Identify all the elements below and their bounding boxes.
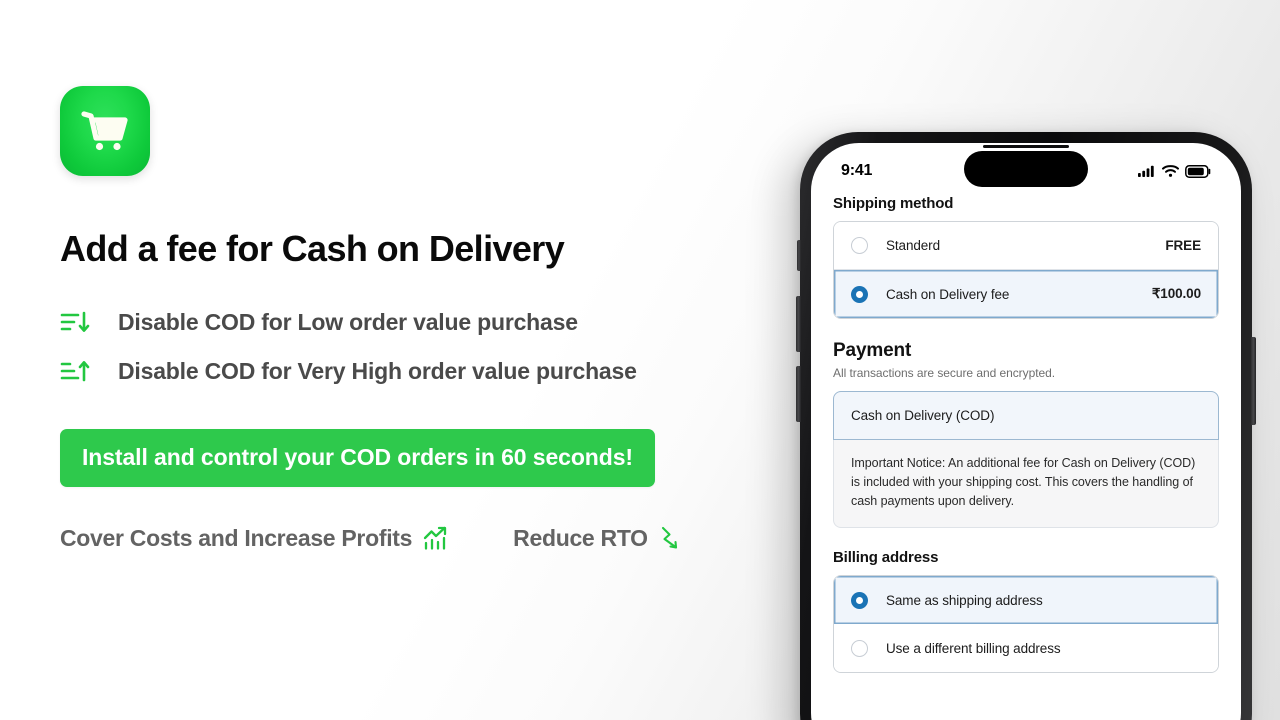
sort-ascending-icon [60, 359, 94, 385]
payment-subtitle: All transactions are secure and encrypte… [833, 366, 1056, 380]
list-item: Disable COD for Very High order value pu… [60, 351, 760, 393]
shipping-option-cod-fee[interactable]: Cash on Delivery fee ₹100.00 [834, 270, 1218, 318]
payment-method-cod[interactable]: Cash on Delivery (COD) [833, 391, 1219, 440]
payment-title: Payment [833, 340, 912, 361]
install-cta-button[interactable]: Install and control your COD orders in 6… [60, 428, 655, 487]
phone-mockup: 9:41 Shipping method Standerd FREE Cash … [796, 132, 1256, 720]
billing-address-section: Billing address Same as shipping address… [833, 549, 1219, 673]
billing-address-options: Same as shipping address Use a different… [833, 575, 1219, 673]
wifi-icon [1162, 165, 1179, 177]
radio-icon[interactable] [851, 639, 868, 657]
shopping-cart-icon [81, 109, 129, 153]
billing-option-label: Same as shipping address [886, 592, 1043, 608]
billing-option-label: Use a different billing address [886, 640, 1061, 656]
sort-descending-icon [60, 310, 94, 336]
checkout-content: Shipping method Standerd FREE Cash on De… [811, 195, 1241, 673]
radio-selected-icon[interactable] [851, 285, 868, 303]
mute-switch[interactable] [797, 240, 801, 271]
shipping-method-title: Shipping method [833, 195, 954, 212]
trending-down-arrow-icon [659, 525, 683, 551]
radio-icon[interactable] [851, 237, 868, 254]
billing-address-title: Billing address [833, 549, 939, 566]
billing-option-same[interactable]: Same as shipping address [834, 576, 1218, 624]
trending-up-chart-icon [423, 525, 449, 551]
earpiece-speaker [983, 145, 1069, 148]
battery-full-icon [1185, 164, 1211, 178]
phone-screen: 9:41 Shipping method Standerd FREE Cash … [811, 143, 1241, 720]
shipping-option-price: FREE [1165, 238, 1201, 253]
dynamic-island [964, 151, 1088, 187]
status-time: 9:41 [841, 162, 873, 179]
benefit-reduce-rto: Reduce RTO [513, 525, 683, 552]
shipping-method-options: Standerd FREE Cash on Delivery fee ₹100.… [833, 221, 1219, 319]
page-title: Add a fee for Cash on Delivery [60, 228, 565, 269]
status-bar: 9:41 [811, 143, 1241, 195]
shipping-option-price: ₹100.00 [1151, 286, 1201, 301]
benefit-label: Reduce RTO [513, 524, 648, 551]
radio-selected-icon[interactable] [851, 591, 868, 609]
hero-panel: Add a fee for Cash on Delivery Disable C… [60, 86, 760, 552]
benefit-cover-costs: Cover Costs and Increase Profits [60, 525, 449, 552]
cellular-signal-icon [1138, 165, 1156, 177]
benefit-label: Cover Costs and Increase Profits [60, 524, 413, 551]
list-item-label: Disable COD for Low order value purchase [118, 309, 578, 336]
feature-list: Disable COD for Low order value purchase… [60, 302, 760, 393]
volume-up-button[interactable] [796, 296, 801, 352]
billing-option-different[interactable]: Use a different billing address [834, 624, 1218, 672]
payment-notice: Important Notice: An additional fee for … [833, 440, 1219, 528]
status-icons [1138, 161, 1211, 178]
list-item-label: Disable COD for Very High order value pu… [118, 358, 637, 385]
payment-section: Payment All transactions are secure and … [833, 340, 1219, 528]
promo-banner: Add a fee for Cash on Delivery Disable C… [0, 0, 1280, 720]
volume-down-button[interactable] [796, 366, 801, 422]
shipping-option-standard[interactable]: Standerd FREE [834, 222, 1218, 270]
app-icon [60, 86, 150, 176]
benefits-row: Cover Costs and Increase Profits Reduce … [60, 525, 760, 552]
power-button[interactable] [1251, 337, 1256, 425]
list-item: Disable COD for Low order value purchase [60, 302, 760, 344]
shipping-option-label: Standerd [886, 238, 940, 253]
shipping-option-label: Cash on Delivery fee [886, 286, 1010, 302]
